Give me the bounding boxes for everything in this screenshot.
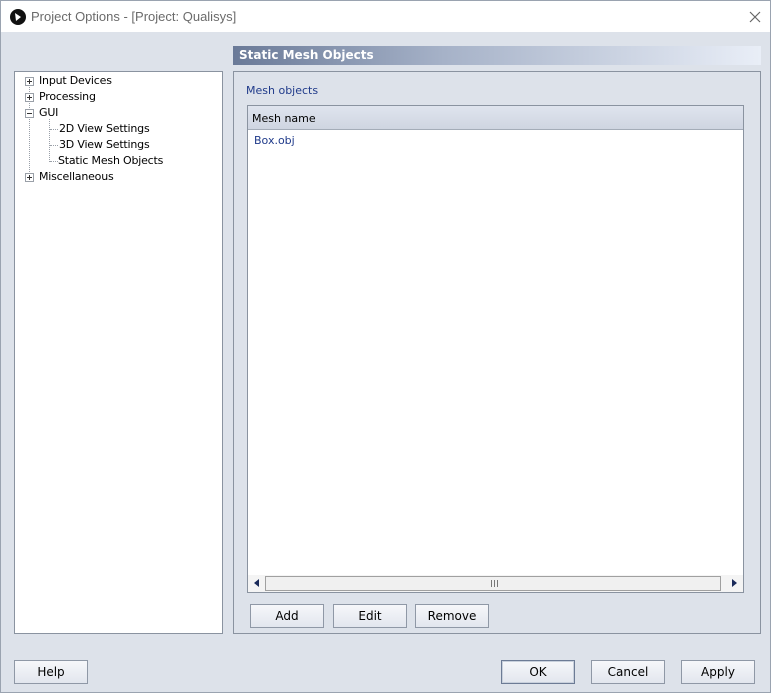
list-item[interactable]: Box.obj (254, 134, 295, 147)
tree-connector (50, 145, 58, 146)
collapse-icon[interactable] (25, 109, 34, 118)
column-header-mesh-name[interactable]: Mesh name (248, 106, 743, 130)
apply-button[interactable]: Apply (681, 660, 755, 684)
page-title: Static Mesh Objects (239, 48, 374, 62)
tree-item-input-devices[interactable]: Input Devices (39, 73, 112, 89)
scrollbar-thumb[interactable] (265, 576, 721, 591)
tree-item-3d-view-settings[interactable]: 3D View Settings (59, 137, 150, 153)
expand-icon[interactable] (25, 77, 34, 86)
horizontal-scrollbar[interactable] (248, 575, 743, 592)
tree-item-2d-view-settings[interactable]: 2D View Settings (59, 121, 150, 137)
project-options-dialog: Project Options - [Project: Qualisys] In… (0, 0, 771, 693)
ok-button[interactable]: OK (501, 660, 575, 684)
mesh-objects-list[interactable]: Mesh name Box.obj (247, 105, 744, 593)
tree-item-static-mesh-objects[interactable]: Static Mesh Objects (58, 153, 163, 169)
qualisys-logo-icon (10, 9, 26, 25)
title-bar[interactable]: Project Options - [Project: Qualisys] (1, 1, 770, 32)
expand-icon[interactable] (25, 93, 34, 102)
scroll-left-icon[interactable] (254, 579, 259, 587)
tree-connector (50, 161, 58, 162)
close-button[interactable] (740, 1, 770, 32)
tree-item-miscellaneous[interactable]: Miscellaneous (39, 169, 114, 185)
grip-icon (491, 580, 498, 587)
tree-connector (50, 129, 58, 130)
tree-connector (49, 119, 50, 162)
options-tree[interactable]: Input Devices Processing GUI 2D View Set… (14, 71, 223, 634)
remove-button[interactable]: Remove (415, 604, 489, 628)
scroll-right-icon[interactable] (732, 579, 737, 587)
tree-item-gui[interactable]: GUI (39, 105, 58, 121)
page-header-banner: Static Mesh Objects (233, 46, 761, 65)
cancel-button[interactable]: Cancel (591, 660, 665, 684)
add-button[interactable]: Add (250, 604, 324, 628)
help-button[interactable]: Help (14, 660, 88, 684)
edit-button[interactable]: Edit (333, 604, 407, 628)
tree-item-processing[interactable]: Processing (39, 89, 96, 105)
expand-icon[interactable] (25, 173, 34, 182)
window-title: Project Options - [Project: Qualisys] (31, 9, 237, 24)
column-header-label: Mesh name (252, 112, 316, 125)
mesh-objects-label: Mesh objects (246, 84, 319, 97)
close-icon (749, 11, 761, 22)
